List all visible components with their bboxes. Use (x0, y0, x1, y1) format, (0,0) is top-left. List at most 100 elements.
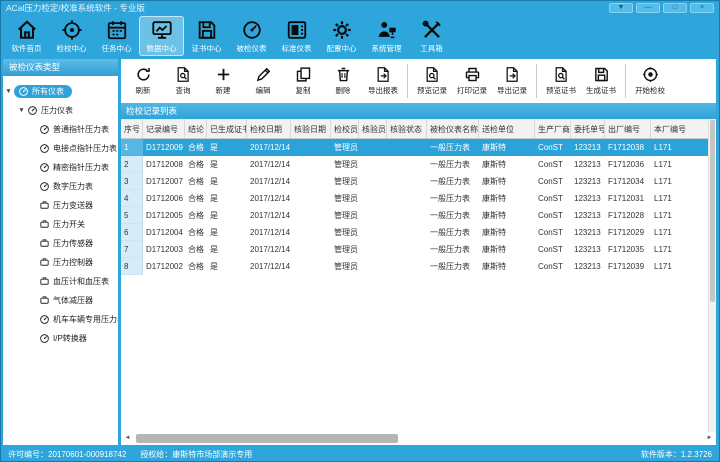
table-cell[interactable] (291, 241, 331, 258)
row-number-cell[interactable]: 4 (121, 190, 143, 207)
tree-item[interactable]: 电接点指针压力表 (3, 139, 118, 158)
start-calibration-button[interactable]: 开始检校 (630, 61, 670, 101)
table-cell[interactable]: 康斯特 (479, 139, 535, 156)
table-cell[interactable]: F1712031 (605, 190, 651, 207)
appbar-item-home[interactable]: 软件首页 (4, 16, 49, 56)
table-cell[interactable]: L171 (651, 190, 708, 207)
table-cell[interactable]: 管理员 (331, 207, 359, 224)
column-header[interactable]: 生产厂商 (535, 120, 571, 138)
table-cell[interactable]: 管理员 (331, 190, 359, 207)
table-cell[interactable]: 合格 (185, 156, 207, 173)
row-number-cell[interactable]: 1 (121, 139, 143, 156)
table-cell[interactable]: 康斯特 (479, 258, 535, 275)
row-number-cell[interactable]: 3 (121, 173, 143, 190)
table-cell[interactable] (387, 241, 427, 258)
table-cell[interactable]: 管理员 (331, 241, 359, 258)
table-cell[interactable]: ConST (535, 156, 571, 173)
table-cell[interactable] (359, 173, 387, 190)
table-cell[interactable]: 是 (207, 207, 247, 224)
tree-item[interactable]: 血压计和血压表 (3, 272, 118, 291)
table-cell[interactable]: L171 (651, 173, 708, 190)
table-cell[interactable] (387, 224, 427, 241)
column-header[interactable]: 委托单号 (571, 120, 605, 138)
column-header[interactable]: 检校日期 (247, 120, 291, 138)
table-cell[interactable]: 123213 (571, 139, 605, 156)
table-row[interactable]: 7D1712003合格是2017/12/14管理员一般压力表康斯特ConST12… (121, 241, 708, 258)
table-cell[interactable]: 一般压力表 (427, 224, 479, 241)
table-cell[interactable]: L171 (651, 224, 708, 241)
table-cell[interactable] (359, 139, 387, 156)
table-cell[interactable]: D1712002 (143, 258, 185, 275)
table-cell[interactable]: 一般压力表 (427, 241, 479, 258)
table-cell[interactable] (291, 173, 331, 190)
refresh-button[interactable]: 刷新 (123, 61, 163, 101)
column-header[interactable]: 出厂编号 (605, 120, 651, 138)
table-cell[interactable]: 2017/12/14 (247, 241, 291, 258)
table-cell[interactable] (387, 258, 427, 275)
scroll-left-arrow-icon[interactable]: ◄ (121, 432, 134, 445)
table-cell[interactable] (291, 207, 331, 224)
table-cell[interactable]: 管理员 (331, 173, 359, 190)
copy-button[interactable]: 复制 (283, 61, 323, 101)
table-cell[interactable]: 管理员 (331, 156, 359, 173)
table-cell[interactable] (387, 139, 427, 156)
table-cell[interactable]: F1712038 (605, 139, 651, 156)
table-cell[interactable]: 一般压力表 (427, 156, 479, 173)
table-cell[interactable] (387, 173, 427, 190)
table-cell[interactable] (359, 258, 387, 275)
appbar-item-calibration-center[interactable]: 检校中心 (49, 16, 94, 56)
table-cell[interactable]: L171 (651, 139, 708, 156)
tree-item[interactable]: I/P转换器 (3, 329, 118, 348)
table-cell[interactable]: 是 (207, 173, 247, 190)
table-cell[interactable]: 123213 (571, 241, 605, 258)
appbar-item-config-center[interactable]: 配置中心 (319, 16, 364, 56)
table-cell[interactable]: 123213 (571, 173, 605, 190)
table-row[interactable]: 5D1712005合格是2017/12/14管理员一般压力表康斯特ConST12… (121, 207, 708, 224)
column-header[interactable]: 核验状态 (387, 120, 427, 138)
menu-button[interactable]: ▼ (609, 3, 633, 13)
table-cell[interactable] (359, 241, 387, 258)
table-cell[interactable]: ConST (535, 207, 571, 224)
appbar-item-data-center[interactable]: 数据中心 (139, 16, 184, 56)
table-cell[interactable]: 康斯特 (479, 224, 535, 241)
table-cell[interactable]: 2017/12/14 (247, 258, 291, 275)
table-cell[interactable]: 康斯特 (479, 190, 535, 207)
horizontal-scrollbar-thumb[interactable] (136, 434, 398, 443)
table-cell[interactable]: 是 (207, 139, 247, 156)
table-cell[interactable]: 康斯特 (479, 241, 535, 258)
print-record-button[interactable]: 打印记录 (452, 61, 492, 101)
table-cell[interactable]: 合格 (185, 258, 207, 275)
table-cell[interactable]: 康斯特 (479, 156, 535, 173)
table-cell[interactable]: 2017/12/14 (247, 156, 291, 173)
table-cell[interactable]: 一般压力表 (427, 258, 479, 275)
column-header[interactable]: 被检仪表名称 (427, 120, 479, 138)
delete-button[interactable]: 删除 (323, 61, 363, 101)
table-cell[interactable] (291, 258, 331, 275)
table-cell[interactable]: D1712007 (143, 173, 185, 190)
column-header[interactable]: 结论 (185, 120, 207, 138)
table-cell[interactable]: 管理员 (331, 258, 359, 275)
table-cell[interactable]: 康斯特 (479, 173, 535, 190)
column-header[interactable]: 核验员 (359, 120, 387, 138)
table-cell[interactable]: 管理员 (331, 139, 359, 156)
tree-item-pressure-instruments[interactable]: ▼压力仪表 (3, 101, 118, 120)
table-cell[interactable]: 2017/12/14 (247, 207, 291, 224)
tree-item[interactable]: 普通指针压力表 (3, 120, 118, 139)
expand-icon[interactable]: ▼ (16, 107, 27, 114)
tree-item[interactable]: 数字压力表 (3, 177, 118, 196)
table-cell[interactable] (359, 156, 387, 173)
minimize-button[interactable]: — (636, 3, 660, 13)
table-cell[interactable]: 合格 (185, 207, 207, 224)
table-cell[interactable]: D1712004 (143, 224, 185, 241)
table-cell[interactable]: 合格 (185, 224, 207, 241)
table-cell[interactable] (387, 156, 427, 173)
table-cell[interactable]: ConST (535, 139, 571, 156)
appbar-item-toolbox[interactable]: 工具箱 (409, 16, 454, 56)
table-cell[interactable]: ConST (535, 258, 571, 275)
table-cell[interactable]: 2017/12/14 (247, 190, 291, 207)
tree-item[interactable]: 气体减压器 (3, 291, 118, 310)
table-cell[interactable]: 123213 (571, 190, 605, 207)
table-cell[interactable]: 是 (207, 190, 247, 207)
horizontal-scrollbar[interactable]: ◄ ► (121, 432, 716, 445)
column-header[interactable]: 送检单位 (479, 120, 535, 138)
